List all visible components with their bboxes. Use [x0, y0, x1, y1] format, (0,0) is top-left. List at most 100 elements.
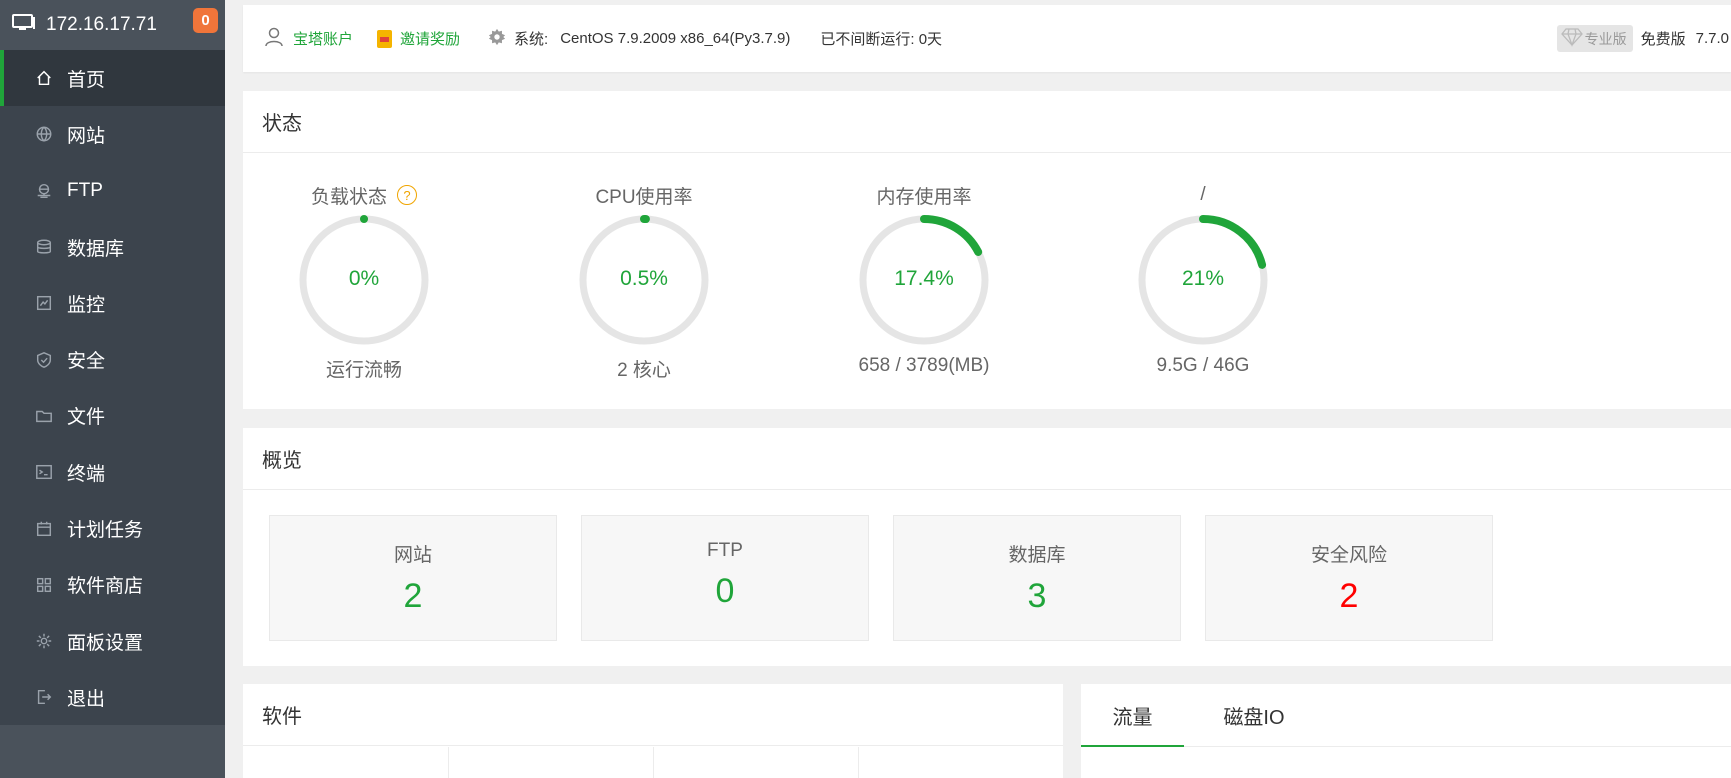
sidebar-item-home[interactable]: 首页	[0, 50, 225, 107]
overview-panel: 概览 网站 2 FTP 0 数据库 3 安全风险 2	[243, 428, 1731, 666]
overview-card-security-risk[interactable]: 安全风险 2	[1205, 515, 1493, 641]
account-link[interactable]: 宝塔账户	[263, 26, 353, 52]
sidebar-item-label: 退出	[67, 688, 106, 710]
account-label: 宝塔账户	[293, 31, 354, 48]
card-label: FTP	[707, 540, 743, 561]
overview-card-website[interactable]: 网站 2	[269, 515, 557, 641]
gauge-value: 0.5%	[620, 267, 668, 290]
terminal-icon	[34, 462, 54, 482]
pro-label: 专业版	[1584, 30, 1627, 47]
gauge-value: 17.4%	[894, 267, 954, 290]
card-value: 0	[715, 572, 735, 610]
system-info: 系统: CentOS 7.9.2009 x86_64(Py3.7.9)	[488, 28, 790, 50]
sidebar: 172.16.17.71 0 首页 网站 FTP 数据库 监控 安全 文件 终端…	[0, 0, 225, 778]
sidebar-item-files[interactable]: 文件	[0, 388, 225, 444]
ftp-icon	[34, 181, 54, 201]
overview-card-database[interactable]: 数据库 3	[893, 515, 1181, 641]
system-label: 系统:	[514, 31, 549, 48]
server-header: 172.16.17.71 0	[0, 0, 225, 50]
card-value: 2	[1339, 577, 1359, 615]
load-gauge[interactable]: 负载状态 ? 0% 运行流畅	[264, 183, 464, 383]
cpu-gauge[interactable]: CPU使用率 0.5% 2 核心	[544, 183, 744, 383]
sidebar-item-label: FTP	[67, 179, 103, 201]
logout-icon	[34, 687, 54, 707]
tab-traffic[interactable]: 流量	[1081, 684, 1184, 747]
folder-icon	[34, 406, 54, 426]
sidebar-footer	[0, 725, 225, 778]
sidebar-item-label: 监控	[67, 294, 106, 316]
gauge-title: 内存使用率	[876, 186, 972, 208]
sidebar-item-label: 安全	[67, 351, 106, 373]
shield-icon	[34, 350, 54, 370]
overview-title: 概览	[243, 428, 1731, 490]
edition-info: 专业版 免费版 7.7.0	[1556, 5, 1731, 72]
sidebar-item-security[interactable]: 安全	[0, 331, 225, 387]
sidebar-menu: 首页 网站 FTP 数据库 监控 安全 文件 终端 计划任务 软件商店 面板设置…	[0, 50, 225, 725]
sidebar-item-label: 终端	[67, 463, 106, 485]
sidebar-item-terminal[interactable]: 终端	[0, 444, 225, 500]
sidebar-item-website[interactable]: 网站	[0, 106, 225, 162]
gauge-subtitle: 运行流畅	[325, 360, 402, 381]
software-title: 软件	[243, 684, 1063, 746]
gauge-subtitle: 2 核心	[617, 360, 671, 381]
globe-icon	[34, 124, 54, 144]
database-icon	[34, 237, 54, 257]
free-edition-label: 免费版	[1640, 31, 1686, 48]
disk-gauge[interactable]: / 21% 9.5G / 46G	[1103, 183, 1303, 383]
sidebar-item-label: 面板设置	[67, 632, 144, 654]
notification-badge[interactable]: 0	[193, 8, 218, 33]
overview-card-ftp[interactable]: FTP 0	[581, 515, 869, 641]
grid-divider	[858, 747, 859, 778]
sidebar-item-app-store[interactable]: 软件商店	[0, 557, 225, 613]
sidebar-item-cron[interactable]: 计划任务	[0, 500, 225, 556]
computer-icon	[12, 13, 36, 38]
system-value: CentOS 7.9.2009 x86_64(Py3.7.9)	[560, 30, 791, 47]
top-bar: 宝塔账户 邀请奖励 系统: CentOS 7.9.2009 x86_64(Py3…	[243, 5, 1731, 72]
help-icon[interactable]: ?	[397, 185, 417, 205]
card-value: 3	[1027, 577, 1047, 615]
card-label: 数据库	[1008, 545, 1066, 566]
traffic-tabs: 流量 磁盘IO	[1081, 684, 1731, 747]
gear-icon	[34, 631, 54, 651]
status-title: 状态	[243, 91, 1731, 153]
gauge-title: 负载状态	[310, 186, 387, 208]
software-grid	[243, 747, 1063, 778]
sidebar-item-monitor[interactable]: 监控	[0, 275, 225, 331]
tab-disk-io[interactable]: 磁盘IO	[1204, 684, 1304, 746]
gauge-title: /	[1200, 184, 1206, 205]
gauge-value: 21%	[1181, 267, 1225, 290]
sidebar-item-label: 软件商店	[67, 576, 144, 598]
server-ip: 172.16.17.71	[46, 14, 157, 35]
traffic-panel: 流量 磁盘IO	[1081, 684, 1731, 778]
sidebar-item-database[interactable]: 数据库	[0, 219, 225, 275]
monitor-icon	[34, 293, 54, 313]
card-value: 2	[403, 577, 423, 615]
uptime: 已不间断运行: 0天	[820, 31, 943, 48]
diamond-icon	[1560, 27, 1585, 50]
sidebar-item-label: 网站	[67, 125, 106, 147]
pro-edition-button[interactable]: 专业版	[1556, 25, 1633, 52]
user-icon	[263, 26, 293, 52]
software-panel: 软件	[243, 684, 1063, 778]
version-label[interactable]: 7.7.0	[1696, 30, 1729, 47]
sidebar-item-label: 文件	[67, 407, 106, 429]
gear-icon	[488, 28, 514, 50]
invite-link[interactable]: 邀请奖励	[377, 28, 460, 49]
sidebar-item-label: 数据库	[67, 238, 125, 260]
gauge-value: 0%	[348, 267, 380, 290]
grid-divider	[653, 747, 654, 778]
gift-icon	[377, 29, 393, 48]
card-label: 安全风险	[1310, 545, 1387, 566]
gauge-subtitle: 658 / 3789(MB)	[858, 355, 990, 376]
memory-gauge[interactable]: 内存使用率 17.4% 658 / 3789(MB)	[824, 183, 1024, 383]
apps-icon	[34, 575, 54, 595]
invite-label: 邀请奖励	[400, 31, 461, 48]
gauge-title: CPU使用率	[595, 186, 693, 208]
sidebar-item-ftp[interactable]: FTP	[0, 163, 225, 219]
sidebar-item-label: 首页	[67, 69, 106, 91]
sidebar-item-logout[interactable]: 退出	[0, 669, 225, 725]
sidebar-item-settings[interactable]: 面板设置	[0, 613, 225, 669]
status-panel: 状态 负载状态 ? 0% 运行流畅 CPU使用率 0.5% 2 核心 内存使用率…	[243, 91, 1731, 409]
gauge-subtitle: 9.5G / 46G	[1156, 355, 1250, 376]
grid-divider	[448, 747, 449, 778]
